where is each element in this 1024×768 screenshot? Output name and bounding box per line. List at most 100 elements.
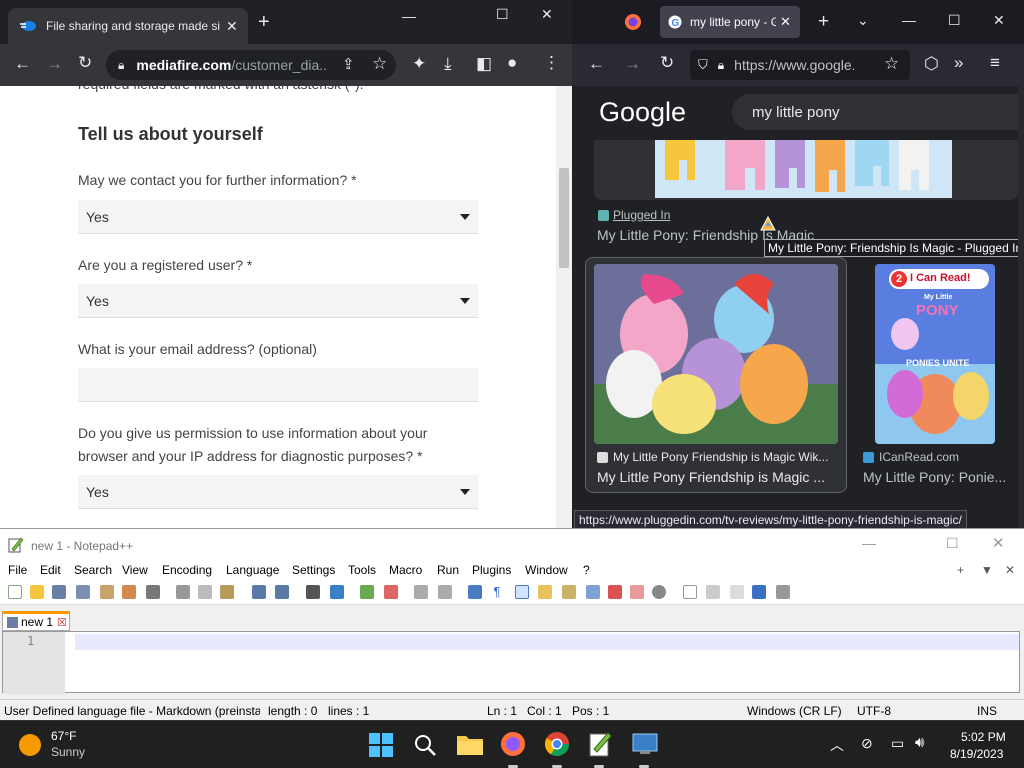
text-editor[interactable]: 1 [2,631,1020,694]
tab-list-chevron-icon[interactable]: ⌄ [857,12,869,29]
firefox-maximize-button[interactable]: ☐ [948,12,961,29]
close-all-icon[interactable] [122,585,136,599]
chrome-close-button[interactable]: ✕ [541,6,553,23]
menu-search[interactable]: Search [74,563,112,577]
chrome-scroll-thumb[interactable] [559,168,569,268]
show-all-chars-icon[interactable]: ¶ [490,585,504,599]
menu-run[interactable]: Run [437,563,459,577]
shield-icon[interactable]: ⛉ [698,57,708,73]
save-icon[interactable] [52,585,66,599]
menu-file[interactable]: File [8,563,27,577]
registered-select[interactable]: Yes [78,284,478,318]
result3-source[interactable]: ICanRead.com [879,450,959,464]
menu-settings[interactable]: Settings [292,563,335,577]
show-hidden-icons-chevron-icon[interactable]: ︿ [830,735,844,755]
download-icon[interactable]: ⤓ [444,54,452,74]
file-explorer-icon[interactable] [457,733,483,755]
new-file-icon[interactable] [8,585,22,599]
zoom-out-icon[interactable] [384,585,398,599]
permission-select[interactable]: Yes [78,475,478,509]
screen-snip-icon[interactable] [632,733,658,755]
word-wrap-icon[interactable] [468,585,482,599]
tab-list-down-icon[interactable]: ▼ [981,563,993,577]
firefox-close-button[interactable]: ✕ [993,12,1005,29]
result-image-mlp-wiki[interactable] [594,264,838,444]
forward-icon[interactable]: → [46,54,63,74]
status-eol[interactable]: Windows (CR LF) [747,704,842,718]
menu-language[interactable]: Language [226,563,279,577]
firefox-url-bar[interactable]: ⛉ 🔒︎ https://www.google. [690,50,910,80]
search-icon[interactable] [413,733,437,757]
menu-plugins[interactable]: Plugins [472,563,511,577]
reload-icon[interactable]: ↻ [78,53,92,73]
notepadpp-maximize-button[interactable]: ☐ [946,535,959,552]
monitoring-icon[interactable] [652,585,666,599]
network-off-icon[interactable]: ⊘ [861,735,873,752]
email-field[interactable] [78,368,478,402]
play-macro-icon[interactable] [730,585,744,599]
menu-tools[interactable]: Tools [348,563,376,577]
more-tools-icon[interactable]: » [954,53,963,73]
firefox-tab-google[interactable]: G my little pony - G ✕ [660,6,800,38]
stop-macro-icon[interactable] [706,585,720,599]
notepadpp-close-button[interactable]: ✕ [992,534,1005,552]
extensions-icon[interactable]: ✦ [412,54,426,74]
cut-icon[interactable] [176,585,190,599]
firefox-taskbar-icon[interactable] [500,731,526,757]
weather-condition[interactable]: Sunny [51,745,85,759]
status-encoding[interactable]: UTF-8 [857,704,891,718]
menu-edit[interactable]: Edit [40,563,61,577]
reload-icon[interactable]: ↻ [660,53,674,73]
paste-icon[interactable] [220,585,234,599]
sync-vertical-icon[interactable] [414,585,428,599]
chrome-tab-mediafire[interactable]: File sharing and storage made si ✕ [8,8,248,44]
menu-kebab-icon[interactable]: ⋮ [543,53,560,73]
bookmark-star-icon[interactable]: ☆ [372,54,387,74]
chrome-tab-close-icon[interactable]: ✕ [226,18,238,35]
print-icon[interactable] [146,585,160,599]
doc-map-icon[interactable] [562,585,576,599]
sync-horizontal-icon[interactable] [438,585,452,599]
hamburger-menu-icon[interactable]: ≡ [990,53,1000,73]
zoom-in-icon[interactable] [360,585,374,599]
result-image-plugged-in[interactable] [655,140,952,198]
forward-icon[interactable]: → [624,54,641,74]
menu-view[interactable]: View [122,563,148,577]
notepadpp-taskbar-icon[interactable] [588,731,612,757]
result1-source[interactable]: Plugged In [613,208,670,222]
menu-window[interactable]: Window [525,563,568,577]
search-input[interactable]: my little pony [732,94,1024,130]
udl-icon[interactable] [538,585,552,599]
chrome-new-tab-button[interactable]: + [258,12,270,32]
save-macro-icon[interactable] [776,585,790,599]
undo-icon[interactable] [252,585,266,599]
menu-encoding[interactable]: Encoding [162,563,212,577]
chrome-scrollbar[interactable] [556,86,572,528]
doc-tab-close-icon[interactable]: ☒ [57,616,67,629]
share-icon[interactable]: ⇪ [342,55,355,73]
menu-macro[interactable]: Macro [389,563,422,577]
back-icon[interactable]: ← [14,54,31,74]
close-doc-icon[interactable]: ✕ [1005,563,1015,577]
extensions-icon[interactable]: ⬡ [924,54,939,74]
chrome-minimize-button[interactable]: — [402,8,416,24]
add-tab-icon[interactable]: + [957,563,964,577]
weather-temp[interactable]: 67°F [51,729,76,743]
firefox-minimize-button[interactable]: — [902,12,916,28]
doc-list-icon[interactable] [586,585,600,599]
menu-help[interactable]: ? [583,563,590,577]
display-icon[interactable]: ▭ [891,735,904,752]
doc-tab-new1[interactable]: new 1 ☒ [2,611,70,631]
result3-title[interactable]: My Little Pony: Ponie... [863,469,1006,485]
find-icon[interactable] [306,585,320,599]
save-all-icon[interactable] [76,585,90,599]
bookmark-star-icon[interactable]: ☆ [884,54,899,74]
results-scrollbar[interactable] [1018,86,1024,528]
volume-icon[interactable]: 🔊︎ [915,734,924,751]
replace-icon[interactable] [330,585,344,599]
sidepanel-icon[interactable]: ◧ [476,54,492,74]
contact-select[interactable]: Yes [78,200,478,234]
firefox-logo-icon[interactable] [624,13,642,31]
play-multiple-icon[interactable] [752,585,766,599]
google-logo[interactable]: Google [599,97,686,128]
